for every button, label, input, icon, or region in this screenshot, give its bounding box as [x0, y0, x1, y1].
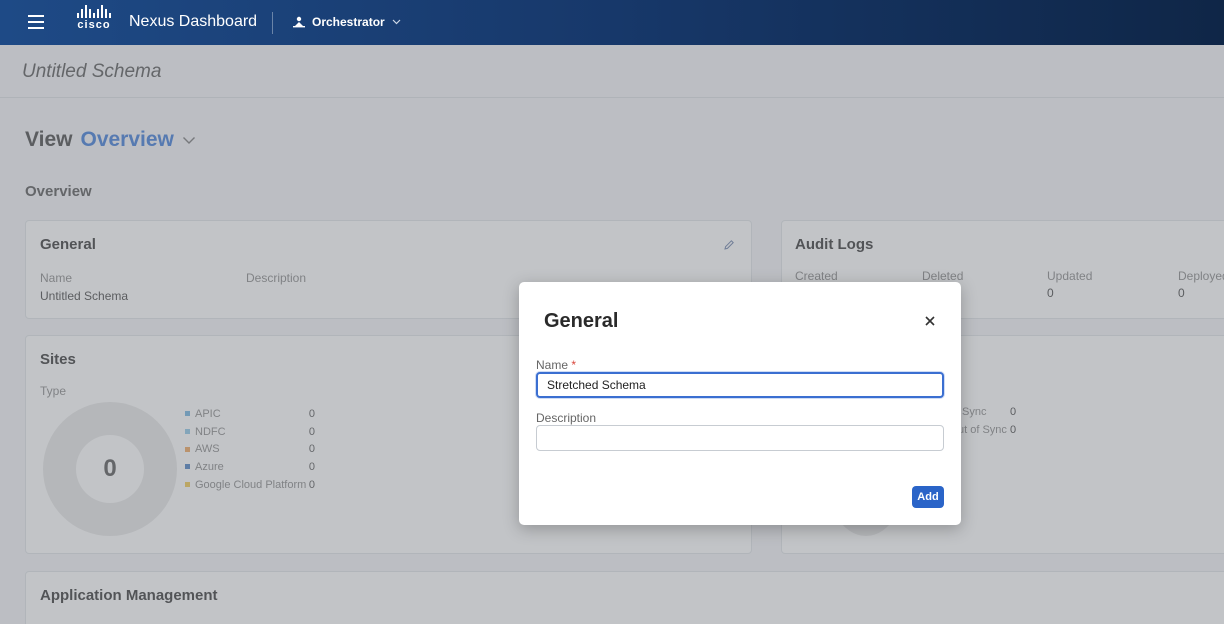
service-switcher[interactable]: Orchestrator [293, 15, 401, 29]
modal-title: General [544, 310, 619, 332]
top-bar: cisco Nexus Dashboard Orchestrator [0, 0, 1224, 45]
cisco-logo[interactable]: cisco [72, 4, 116, 40]
topbar-divider [272, 12, 273, 34]
orchestrator-icon [293, 16, 305, 28]
add-button[interactable]: Add [912, 486, 944, 508]
service-name: Orchestrator [312, 15, 385, 29]
required-mark: * [571, 358, 577, 372]
general-modal: General Name * Description Add [519, 282, 961, 525]
name-input[interactable] [536, 372, 944, 398]
name-label-text: Name [536, 358, 569, 372]
cisco-wordmark: cisco [77, 19, 111, 31]
description-input[interactable] [536, 425, 944, 451]
app-title[interactable]: Nexus Dashboard [129, 13, 257, 31]
name-field-label: Name * [536, 358, 576, 372]
chevron-down-icon [392, 19, 401, 25]
close-icon[interactable] [922, 313, 938, 329]
hamburger-menu-icon[interactable] [28, 15, 44, 29]
description-field-label: Description [536, 411, 597, 425]
